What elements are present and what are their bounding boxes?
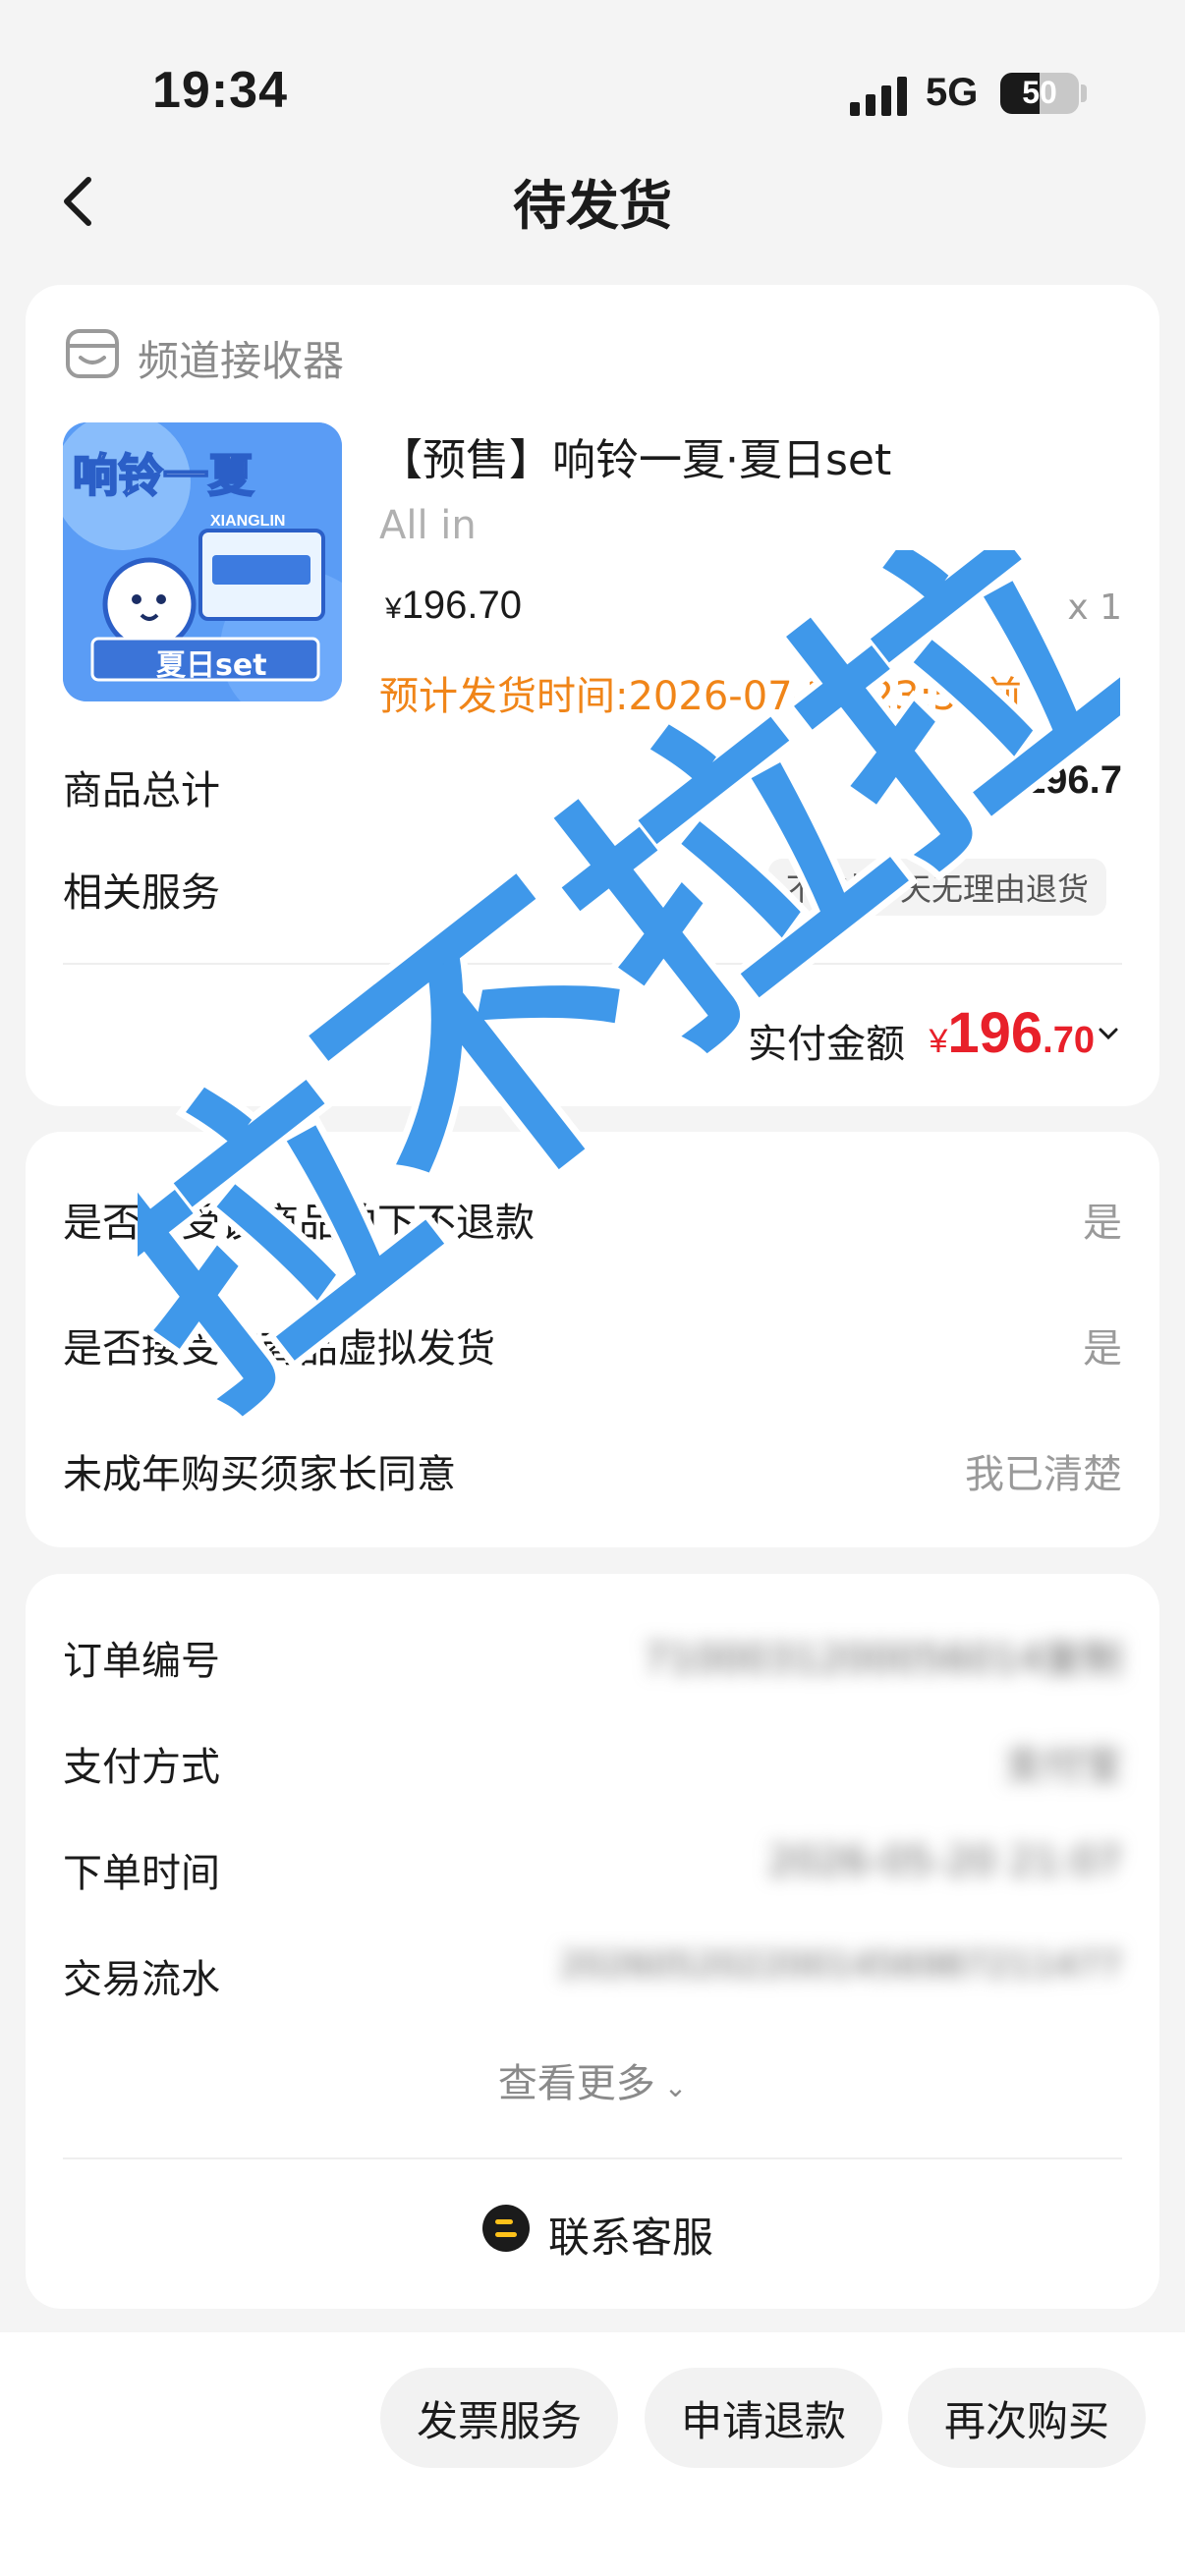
divider xyxy=(63,2157,1122,2159)
shop-icon[interactable] xyxy=(65,328,120,379)
agreement-minor-value: 我已清楚 xyxy=(965,1452,1122,1497)
view-more-button[interactable]: 查看更多 ⌄ xyxy=(0,2051,1185,2108)
chevron-down-icon[interactable] xyxy=(1097,1022,1120,1045)
battery-icon: 50 xyxy=(1000,73,1079,114)
battery-percent: 50 xyxy=(1022,75,1057,110)
order-time-value: 2026-05-20 21:07 xyxy=(767,1839,1122,1884)
price-symbol: ¥ xyxy=(385,592,402,625)
product-spec: All in xyxy=(379,503,477,548)
order-number-value[interactable]: 7100031200056014复制 xyxy=(644,1627,1122,1684)
network-type: 5G xyxy=(926,71,979,114)
customer-service-button[interactable]: 联系客服 xyxy=(548,2205,713,2265)
buy-again-button[interactable]: 再次购买 xyxy=(908,2368,1146,2468)
chevron-down-icon: ⌄ xyxy=(654,2071,688,2103)
thumb-label: XIANGLIN xyxy=(210,513,286,530)
payment-method-value: 支付宝 xyxy=(1004,1743,1122,1788)
shipping-estimate: 预计发货时间:2026-07-28 23:59前 xyxy=(379,674,1022,719)
product-thumbnail[interactable]: 响铃一夏 XIANGLIN 夏日set xyxy=(63,422,342,701)
agreement-virtual-ship-label: 是否接受该商品虚拟发货 xyxy=(63,1326,495,1372)
paid-label: 实付金额 xyxy=(748,1022,905,1067)
order-number-label: 订单编号 xyxy=(63,1639,220,1684)
transaction-id-value: 2026052022001456987211477 xyxy=(559,1945,1122,1986)
thumb-subtitle: 夏日set xyxy=(156,648,267,683)
service-label: 相关服务 xyxy=(63,870,220,916)
service-badge: 不支持7天无理由退货 xyxy=(767,859,1106,916)
price-value: 196.70 xyxy=(401,584,523,627)
shop-name[interactable]: 频道接收器 xyxy=(138,328,344,388)
paid-integer: 196 xyxy=(947,1001,1044,1065)
divider xyxy=(63,963,1122,965)
paid-decimal: .70 xyxy=(1043,1020,1095,1061)
total-label: 商品总计 xyxy=(63,768,220,813)
thumb-title: 响铃一夏 xyxy=(72,448,254,503)
total-value: ¥196.7 xyxy=(1001,758,1122,802)
cellular-signal-icon xyxy=(850,77,907,116)
product-title[interactable]: 【预售】响铃一夏·夏日set xyxy=(379,424,891,487)
agreement-virtual-ship-value: 是 xyxy=(1083,1326,1122,1372)
status-time: 19:34 xyxy=(152,62,288,119)
product-quantity: x 1 xyxy=(1067,588,1122,628)
agreement-no-refund-value: 是 xyxy=(1083,1201,1122,1246)
paid-amount[interactable]: ¥196.70 xyxy=(929,1000,1095,1066)
payment-method-label: 支付方式 xyxy=(63,1745,220,1790)
battery-tip xyxy=(1081,84,1087,102)
request-refund-button[interactable]: 申请退款 xyxy=(645,2368,882,2468)
product-price: ¥196.70 xyxy=(385,584,522,628)
invoice-service-button[interactable]: 发票服务 xyxy=(380,2368,618,2468)
agreement-no-refund-label: 是否接受该商品拍下不退款 xyxy=(63,1201,535,1246)
agreement-minor-label: 未成年购买须家长同意 xyxy=(63,1452,456,1497)
page-title: 待发货 xyxy=(513,175,672,237)
transaction-id-label: 交易流水 xyxy=(63,1957,220,2002)
paid-symbol: ¥ xyxy=(929,1023,948,1060)
customer-service-icon[interactable] xyxy=(481,2204,531,2253)
order-time-label: 下单时间 xyxy=(63,1851,220,1896)
view-more-label: 查看更多 xyxy=(497,2061,655,2106)
